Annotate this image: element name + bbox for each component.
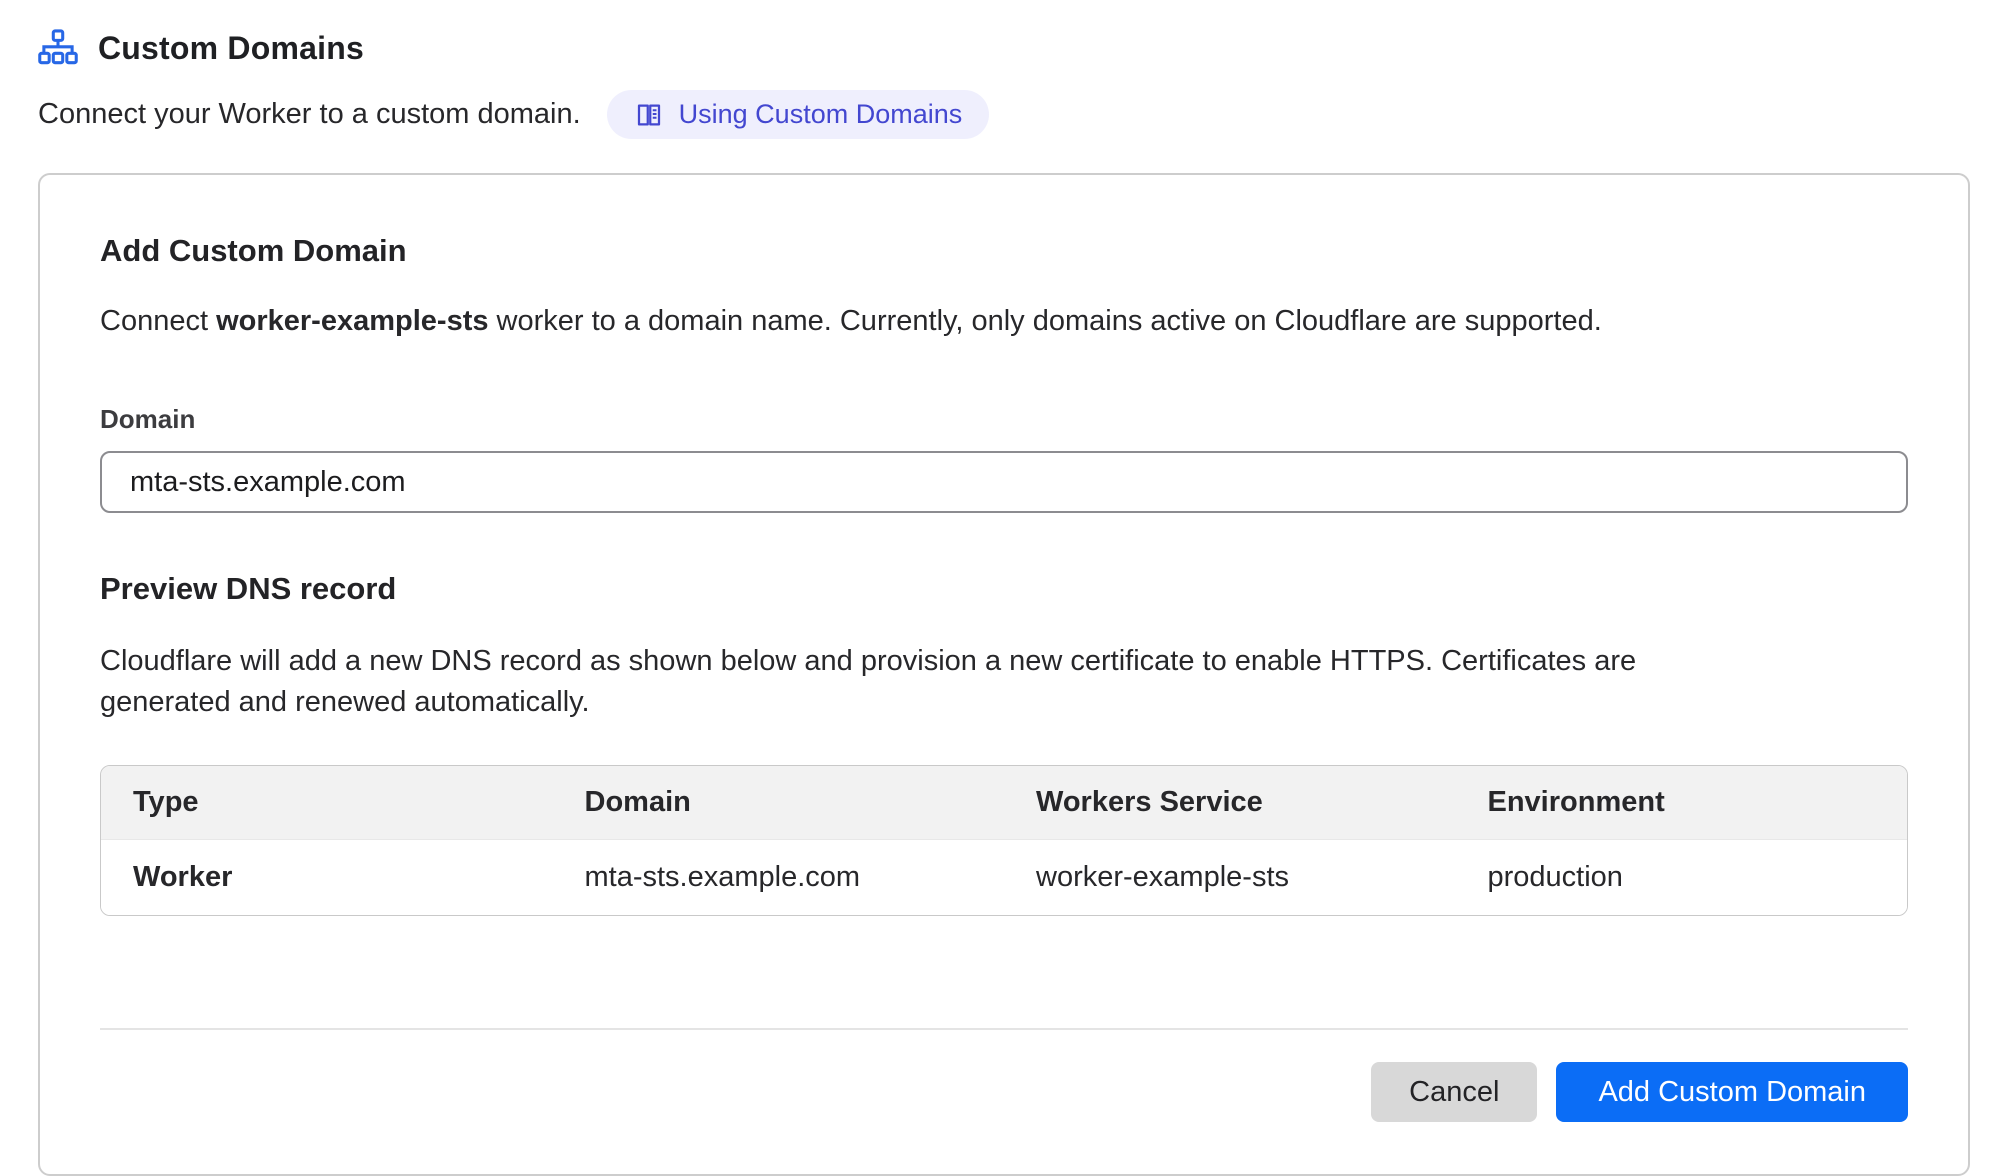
- subtitle-row: Connect your Worker to a custom domain. …: [38, 90, 1970, 139]
- cell-type: Worker: [101, 840, 553, 915]
- table-header-row: Type Domain Workers Service Environment: [101, 766, 1907, 840]
- docs-link[interactable]: Using Custom Domains: [607, 90, 990, 139]
- sitemap-icon: [38, 28, 78, 68]
- docs-link-label: Using Custom Domains: [679, 99, 963, 130]
- intro-suffix: worker to a domain name. Currently, only…: [488, 305, 1601, 337]
- open-book-icon: [634, 100, 664, 130]
- dns-preview-table: Type Domain Workers Service Environment …: [100, 765, 1908, 916]
- cell-domain: mta-sts.example.com: [553, 840, 1005, 915]
- card-intro: Connect worker-example-sts worker to a d…: [100, 305, 1908, 338]
- footer-divider: [100, 1028, 1908, 1030]
- domain-input[interactable]: [100, 451, 1908, 513]
- cell-environment: production: [1456, 840, 1908, 915]
- col-header-type: Type: [101, 766, 553, 840]
- intro-prefix: Connect: [100, 305, 216, 337]
- add-custom-domain-button[interactable]: Add Custom Domain: [1556, 1062, 1908, 1122]
- cancel-button[interactable]: Cancel: [1371, 1062, 1537, 1122]
- col-header-domain: Domain: [553, 766, 1005, 840]
- page-title: Custom Domains: [98, 30, 364, 67]
- custom-domains-page: Custom Domains Connect your Worker to a …: [0, 0, 1999, 1176]
- col-header-environment: Environment: [1456, 766, 1908, 840]
- add-custom-domain-card: Add Custom Domain Connect worker-example…: [38, 173, 1970, 1176]
- preview-dns-description: Cloudflare will add a new DNS record as …: [100, 641, 1645, 723]
- cell-workers-service: worker-example-sts: [1004, 840, 1456, 915]
- preview-dns-heading: Preview DNS record: [100, 571, 1908, 607]
- page-header: Custom Domains: [38, 28, 1970, 68]
- page-subtitle: Connect your Worker to a custom domain.: [38, 98, 581, 131]
- domain-field-label: Domain: [100, 404, 1908, 435]
- card-heading: Add Custom Domain: [100, 233, 1908, 269]
- worker-name: worker-example-sts: [216, 305, 488, 337]
- table-row: Worker mta-sts.example.com worker-exampl…: [101, 840, 1907, 915]
- footer-actions: Cancel Add Custom Domain: [100, 1062, 1908, 1122]
- col-header-workers-service: Workers Service: [1004, 766, 1456, 840]
